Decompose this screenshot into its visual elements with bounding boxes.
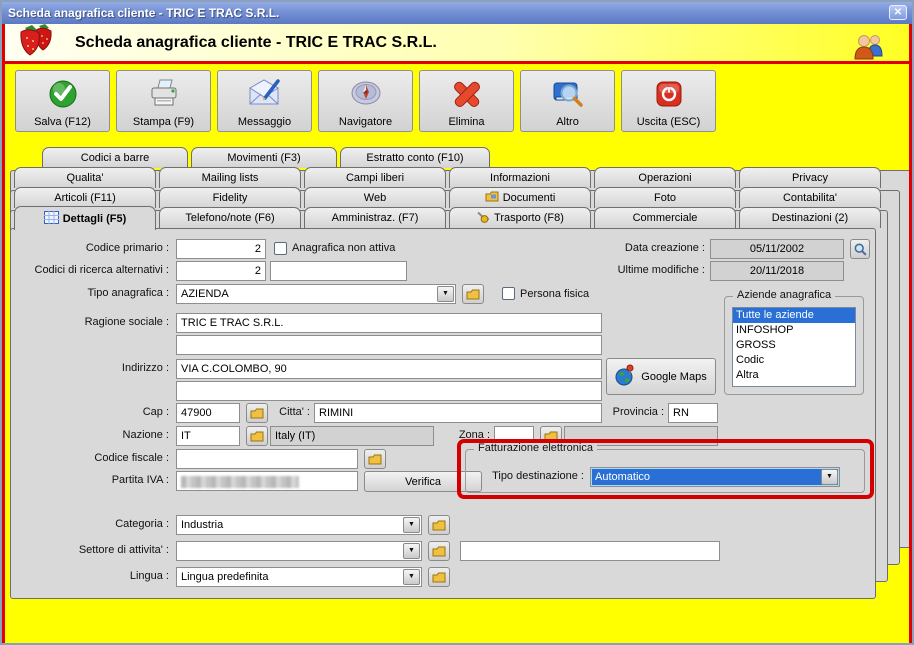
codice-fiscale-label: Codice fiscale : bbox=[94, 452, 169, 464]
nazione-label: Nazione : bbox=[122, 429, 169, 441]
list-item[interactable]: GROSS bbox=[733, 338, 855, 353]
chevron-down-icon[interactable]: ▼ bbox=[437, 286, 454, 302]
indirizzo-field-2[interactable] bbox=[176, 381, 602, 401]
codice-primario-field[interactable]: 2 bbox=[176, 239, 266, 259]
groupbox-legend: Fatturazione elettronica bbox=[474, 442, 597, 454]
tipo-anagrafica-combo[interactable]: AZIENDA ▼ bbox=[176, 284, 456, 304]
tipo-destinazione-label: Tipo destinazione : bbox=[492, 470, 584, 482]
tipo-anagrafica-label: Tipo anagrafica : bbox=[87, 287, 169, 299]
codice-primario-label: Codice primario : bbox=[85, 242, 169, 254]
combo-value: AZIENDA bbox=[181, 288, 229, 300]
ragione-sociale-field[interactable]: TRIC E TRAC S.R.L. bbox=[176, 313, 602, 333]
settore-combo[interactable]: ▼ bbox=[176, 541, 422, 561]
app-window: Scheda anagrafica cliente - TRIC E TRAC … bbox=[0, 0, 914, 645]
combo-value: Industria bbox=[181, 519, 224, 531]
settore-label: Settore di attivita' : bbox=[78, 544, 169, 556]
codici-ricerca-field[interactable]: 2 bbox=[176, 261, 266, 281]
globe-icon bbox=[615, 364, 635, 389]
list-item[interactable]: Codic bbox=[733, 353, 855, 368]
categoria-combo[interactable]: Industria ▼ bbox=[176, 515, 422, 535]
settore-folder-button[interactable] bbox=[428, 541, 450, 561]
aziende-list: Tutte le aziende INFOSHOP GROSS Codic Al… bbox=[732, 307, 856, 387]
chevron-down-icon[interactable]: ▼ bbox=[403, 517, 420, 533]
settore-extra-field[interactable] bbox=[460, 541, 720, 561]
chevron-down-icon[interactable]: ▼ bbox=[403, 569, 420, 585]
tipo-anagrafica-folder-button[interactable] bbox=[462, 284, 484, 304]
list-item[interactable]: Tutte le aziende bbox=[733, 308, 855, 323]
google-maps-button[interactable]: Google Maps bbox=[606, 358, 716, 395]
persona-fisica-checkbox[interactable] bbox=[502, 287, 515, 300]
tab-label: Dettagli (F5) bbox=[62, 212, 127, 225]
ragione-sociale-field-2[interactable] bbox=[176, 335, 602, 355]
anagrafica-non-attiva-checkbox[interactable] bbox=[274, 242, 287, 255]
ultime-modifiche-field: 20/11/2018 bbox=[710, 261, 844, 281]
provincia-label: Provincia : bbox=[612, 406, 664, 418]
chevron-down-icon[interactable]: ▼ bbox=[821, 469, 838, 485]
button-label: Google Maps bbox=[641, 370, 707, 383]
citta-field[interactable]: RIMINI bbox=[314, 403, 602, 423]
indirizzo-label: Indirizzo : bbox=[121, 362, 169, 374]
partita-iva-field[interactable] bbox=[176, 471, 358, 491]
nazione-descr-field: Italy (IT) bbox=[270, 426, 434, 446]
categoria-folder-button[interactable] bbox=[428, 515, 450, 535]
cap-folder-button[interactable] bbox=[246, 403, 268, 423]
lingua-folder-button[interactable] bbox=[428, 567, 450, 587]
categoria-label: Categoria : bbox=[115, 518, 169, 530]
date-search-button[interactable] bbox=[850, 239, 870, 259]
persona-fisica-label: Persona fisica bbox=[520, 288, 590, 300]
grid-icon bbox=[43, 210, 59, 227]
combo-value: Automatico bbox=[595, 471, 651, 483]
list-item[interactable]: Altra bbox=[733, 368, 855, 383]
zona-label: Zona : bbox=[458, 429, 490, 441]
data-creazione-field: 05/11/2002 bbox=[710, 239, 844, 259]
groupbox-legend: Aziende anagrafica bbox=[733, 289, 836, 301]
ultime-modifiche-label: Ultime modifiche : bbox=[617, 264, 705, 276]
ragione-sociale-label: Ragione sociale : bbox=[84, 316, 169, 328]
combo-value: Lingua predefinita bbox=[181, 571, 269, 583]
chevron-down-icon[interactable]: ▼ bbox=[403, 543, 420, 559]
tipo-destinazione-combo[interactable]: Automatico ▼ bbox=[590, 467, 840, 487]
lingua-label: Lingua : bbox=[129, 570, 169, 582]
codici-ricerca-label: Codici di ricerca alternativi : bbox=[34, 264, 170, 276]
provincia-field[interactable]: RN bbox=[668, 403, 718, 423]
nazione-folder-button[interactable] bbox=[246, 426, 268, 446]
tab-dettagli-active[interactable]: Dettagli (F5) bbox=[14, 206, 156, 230]
codice-fiscale-field[interactable] bbox=[176, 449, 358, 469]
anagrafica-non-attiva-label: Anagrafica non attiva bbox=[292, 242, 396, 254]
cap-field[interactable]: 47900 bbox=[176, 403, 240, 423]
nazione-field[interactable]: IT bbox=[176, 426, 240, 446]
indirizzo-field[interactable]: VIA C.COLOMBO, 90 bbox=[176, 359, 602, 379]
cap-label: Cap : bbox=[142, 406, 169, 418]
codice-fiscale-folder-button[interactable] bbox=[364, 449, 386, 469]
lingua-combo[interactable]: Lingua predefinita ▼ bbox=[176, 567, 422, 587]
list-item[interactable]: INFOSHOP bbox=[733, 323, 855, 338]
censored-value bbox=[181, 476, 299, 488]
codici-ricerca-alt-field[interactable] bbox=[270, 261, 407, 281]
data-creazione-label: Data creazione : bbox=[624, 242, 705, 254]
citta-label: Citta' : bbox=[279, 406, 310, 418]
form: Codice primario : 2 Anagrafica non attiv… bbox=[2, 2, 912, 643]
partita-iva-label: Partita IVA : bbox=[111, 474, 169, 486]
